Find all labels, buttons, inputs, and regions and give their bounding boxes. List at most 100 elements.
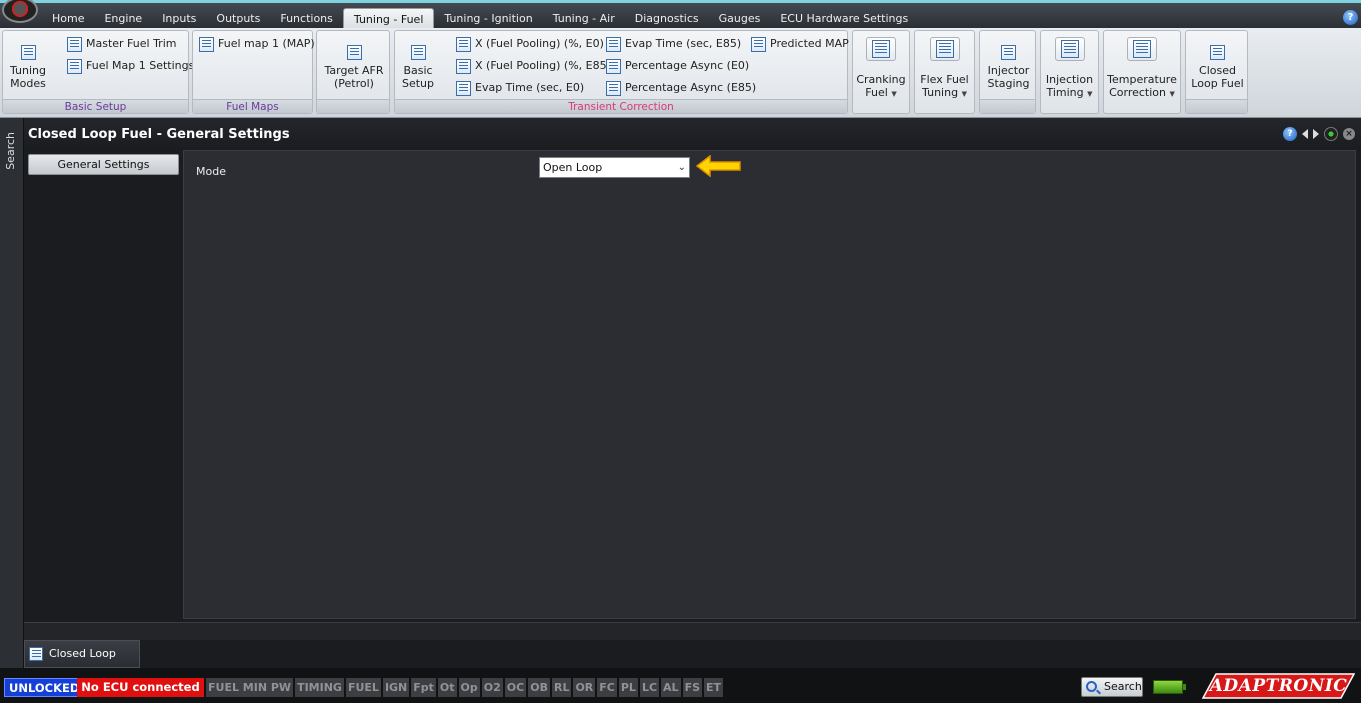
percentage-async-e0-button[interactable]: Percentage Async (E0) [606, 57, 749, 74]
indicator-fpt: Fpt [411, 678, 436, 697]
injector-staging-content: Injector Staging [982, 45, 1035, 90]
table-icon [67, 58, 82, 74]
table-icon [410, 45, 426, 60]
side-search-tab[interactable]: Search [0, 118, 24, 668]
table-icon [606, 36, 621, 52]
mode-select-value: Open Loop [543, 161, 603, 174]
flex-fuel-label-wrap: Flex Fuel Tuning ▼ [915, 73, 974, 101]
closed-loop-fuel-content: Closed Loop Fuel [1188, 45, 1247, 90]
temperature-correction-icon-box [1127, 37, 1157, 61]
master-fuel-trim-button[interactable]: Master Fuel Trim [67, 35, 176, 52]
forward-arrow-icon[interactable] [1313, 129, 1319, 139]
fuel-map-1-settings-label: Fuel Map 1 Settings [86, 59, 195, 72]
indicator-rl: RL [551, 678, 572, 697]
group-label-injector-staging [980, 99, 1035, 113]
indicator-ign: IGN [382, 678, 410, 697]
search-button[interactable]: Search [1081, 677, 1143, 697]
fuel-map-1-map-button[interactable]: Fuel map 1 (MAP) [199, 35, 315, 52]
indicator-ot: Ot [437, 678, 457, 697]
target-afr-label: Target AFR (Petrol) [324, 64, 384, 90]
content-panel: Closed Loop Fuel - General Settings ? × … [24, 118, 1361, 686]
injection-timing-button[interactable]: Injection Timing ▼ [1040, 30, 1099, 114]
chevron-down-icon: ▼ [961, 90, 967, 98]
ribbon: Tuning Modes Master Fuel Trim Fuel Map 1… [0, 28, 1361, 118]
ribbon-group-fuel-maps: Fuel map 1 (MAP) Fuel Maps [192, 30, 315, 114]
table-icon [1060, 40, 1079, 58]
help-icon[interactable]: ? [1343, 10, 1358, 25]
brand-logo-text: ADAPTRONIC [1209, 676, 1348, 696]
group-label-target-afr [317, 99, 389, 113]
help-icon[interactable]: ? [1283, 127, 1297, 141]
indicator-lc: LC [639, 678, 660, 697]
settings-area: Mode Open Loop ⌄ [183, 150, 1356, 619]
indicator-or: OR [573, 678, 596, 697]
x-fuel-pooling-e85-button[interactable]: X (Fuel Pooling) (%, E85) [456, 57, 611, 74]
cranking-fuel-button[interactable]: Cranking Fuel ▼ [852, 30, 910, 114]
app-logo-icon[interactable] [2, 0, 38, 23]
settings-nav: General Settings [24, 150, 183, 640]
flex-fuel-tuning-button[interactable]: Flex Fuel Tuning ▼ [914, 30, 975, 114]
nav-general-settings[interactable]: General Settings [28, 154, 179, 175]
closed-loop-fuel-button[interactable]: Closed Loop Fuel [1185, 30, 1248, 114]
temperature-correction-button[interactable]: Temperature Correction ▼ [1103, 30, 1181, 114]
predicted-map-button[interactable]: Predicted MAP [751, 35, 849, 52]
target-afr-button[interactable]: Target AFR (Petrol) [321, 45, 387, 90]
mode-label: Mode [196, 165, 226, 178]
status-bar: UNLOCKED No ECU connected FUEL MIN PW TI… [0, 668, 1361, 703]
injector-staging-label: Injector Staging [987, 64, 1030, 90]
indicator-fuel-min-pw: FUEL MIN PW [206, 678, 294, 697]
evap-time-e0-label: Evap Time (sec, E0) [475, 81, 585, 94]
indicator-ob: OB [528, 678, 550, 697]
table-icon [29, 647, 43, 661]
table-icon [346, 45, 362, 60]
table-icon [67, 36, 82, 52]
master-fuel-trim-label: Master Fuel Trim [86, 37, 177, 50]
group-label-transient-correction: Transient Correction [395, 99, 847, 113]
x-fuel-pooling-e0-button[interactable]: X (Fuel Pooling) (%, E0) [456, 35, 604, 52]
table-icon [20, 45, 36, 60]
fuel-map-1-map-label: Fuel map 1 (MAP) [218, 37, 315, 50]
group-label-basic-setup: Basic Setup [3, 99, 188, 113]
panel-header: Closed Loop Fuel - General Settings ? × [24, 118, 1361, 150]
brand-logo: ADAPTRONIC [1201, 673, 1356, 699]
panel-bottom-strip [24, 622, 1361, 640]
battery-icon [1153, 680, 1186, 694]
gauge-icon[interactable] [1324, 127, 1338, 141]
evap-time-e85-label: Evap Time (sec, E85) [625, 37, 742, 50]
cranking-fuel-label: Cranking Fuel [856, 73, 906, 99]
evap-time-e0-button[interactable]: Evap Time (sec, E0) [456, 79, 584, 96]
side-search-label: Search [4, 132, 17, 170]
temperature-correction-label-wrap: Temperature Correction ▼ [1104, 73, 1180, 101]
tuning-modes-button[interactable]: Tuning Modes [7, 45, 49, 90]
injector-staging-button[interactable]: Injector Staging [979, 30, 1036, 114]
percentage-async-e85-button[interactable]: Percentage Async (E85) [606, 79, 756, 96]
panel-header-icons: ? × [1283, 127, 1355, 141]
fuel-map-1-settings-button[interactable]: Fuel Map 1 Settings [67, 57, 194, 74]
indicator-o2: O2 [481, 678, 503, 697]
menu-bar: Home Engine Inputs Outputs Functions Tun… [0, 0, 1361, 31]
indicator-timing: TIMING [295, 678, 344, 697]
table-icon [872, 40, 890, 58]
x-fuel-pooling-e0-label: X (Fuel Pooling) (%, E0) [475, 37, 604, 50]
transient-basic-setup-button[interactable]: Basic Setup [399, 45, 437, 90]
mode-select[interactable]: Open Loop ⌄ [539, 157, 690, 178]
x-fuel-pooling-e85-label: X (Fuel Pooling) (%, E85) [475, 59, 611, 72]
closed-loop-fuel-label: Closed Loop Fuel [1191, 64, 1244, 90]
indicator-oc: OC [504, 678, 527, 697]
table-icon [456, 58, 471, 74]
table-icon [751, 36, 766, 52]
back-arrow-icon[interactable] [1302, 129, 1308, 139]
tuning-modes-label: Tuning Modes [9, 64, 46, 90]
chevron-down-icon: ▼ [891, 90, 897, 98]
ribbon-group-basic-setup: Tuning Modes Master Fuel Trim Fuel Map 1… [2, 30, 194, 114]
close-icon[interactable]: × [1343, 128, 1355, 140]
document-tab-closed-loop-fuel[interactable]: Closed Loop Fuel [24, 640, 140, 686]
table-icon [606, 80, 621, 96]
group-label-fuel-maps: Fuel Maps [193, 99, 312, 113]
temperature-correction-label: Temperature Correction [1107, 73, 1177, 99]
chevron-down-icon: ▼ [1087, 90, 1093, 98]
table-icon [456, 36, 471, 52]
indicator-fc: FC [597, 678, 617, 697]
evap-time-e85-button[interactable]: Evap Time (sec, E85) [606, 35, 741, 52]
group-label-closed-loop-fuel [1186, 99, 1247, 113]
